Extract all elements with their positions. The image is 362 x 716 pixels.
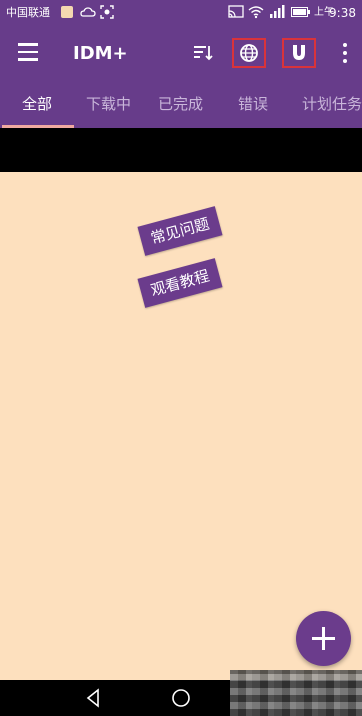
app-title: IDM+ <box>73 43 128 64</box>
tab-errors[interactable]: 错误 <box>238 94 268 114</box>
battery-icon <box>291 5 311 19</box>
carrier-name: 中国联通 <box>6 6 50 19</box>
status-bar: 中国联通 上午 9:38 <box>0 0 362 26</box>
tab-scheduled[interactable]: 计划任务 <box>302 94 362 114</box>
home-icon[interactable] <box>170 687 194 709</box>
tab-downloading[interactable]: 下载中 <box>86 94 131 114</box>
mosaic-overlay <box>230 670 362 716</box>
more-vert-icon[interactable] <box>342 43 348 65</box>
add-download-button[interactable] <box>296 611 351 666</box>
notification-app-icon <box>60 5 74 19</box>
menu-icon[interactable] <box>18 43 40 63</box>
signal-icon <box>268 5 285 19</box>
tab-all[interactable]: 全部 <box>22 94 52 114</box>
tab-bar: 全部 下载中 已完成 错误 计划任务 <box>0 82 362 128</box>
cast-icon <box>228 5 244 19</box>
weather-cloud-icon <box>80 5 96 19</box>
magnet-icon[interactable] <box>282 38 316 68</box>
clock: 9:38 <box>329 6 356 20</box>
wifi-icon <box>248 5 264 19</box>
faq-button[interactable]: 常见问题 <box>137 206 223 256</box>
back-icon[interactable] <box>82 687 106 709</box>
tab-completed[interactable]: 已完成 <box>158 94 203 114</box>
download-list: 常见问题 观看教程 <box>0 172 362 680</box>
screenshot-icon <box>100 5 114 19</box>
banner-area <box>0 128 362 172</box>
browser-globe-icon[interactable] <box>232 38 266 68</box>
watch-tutorial-button[interactable]: 观看教程 <box>137 258 223 308</box>
app-bar: IDM+ <box>0 26 362 82</box>
sort-icon[interactable] <box>186 38 220 68</box>
